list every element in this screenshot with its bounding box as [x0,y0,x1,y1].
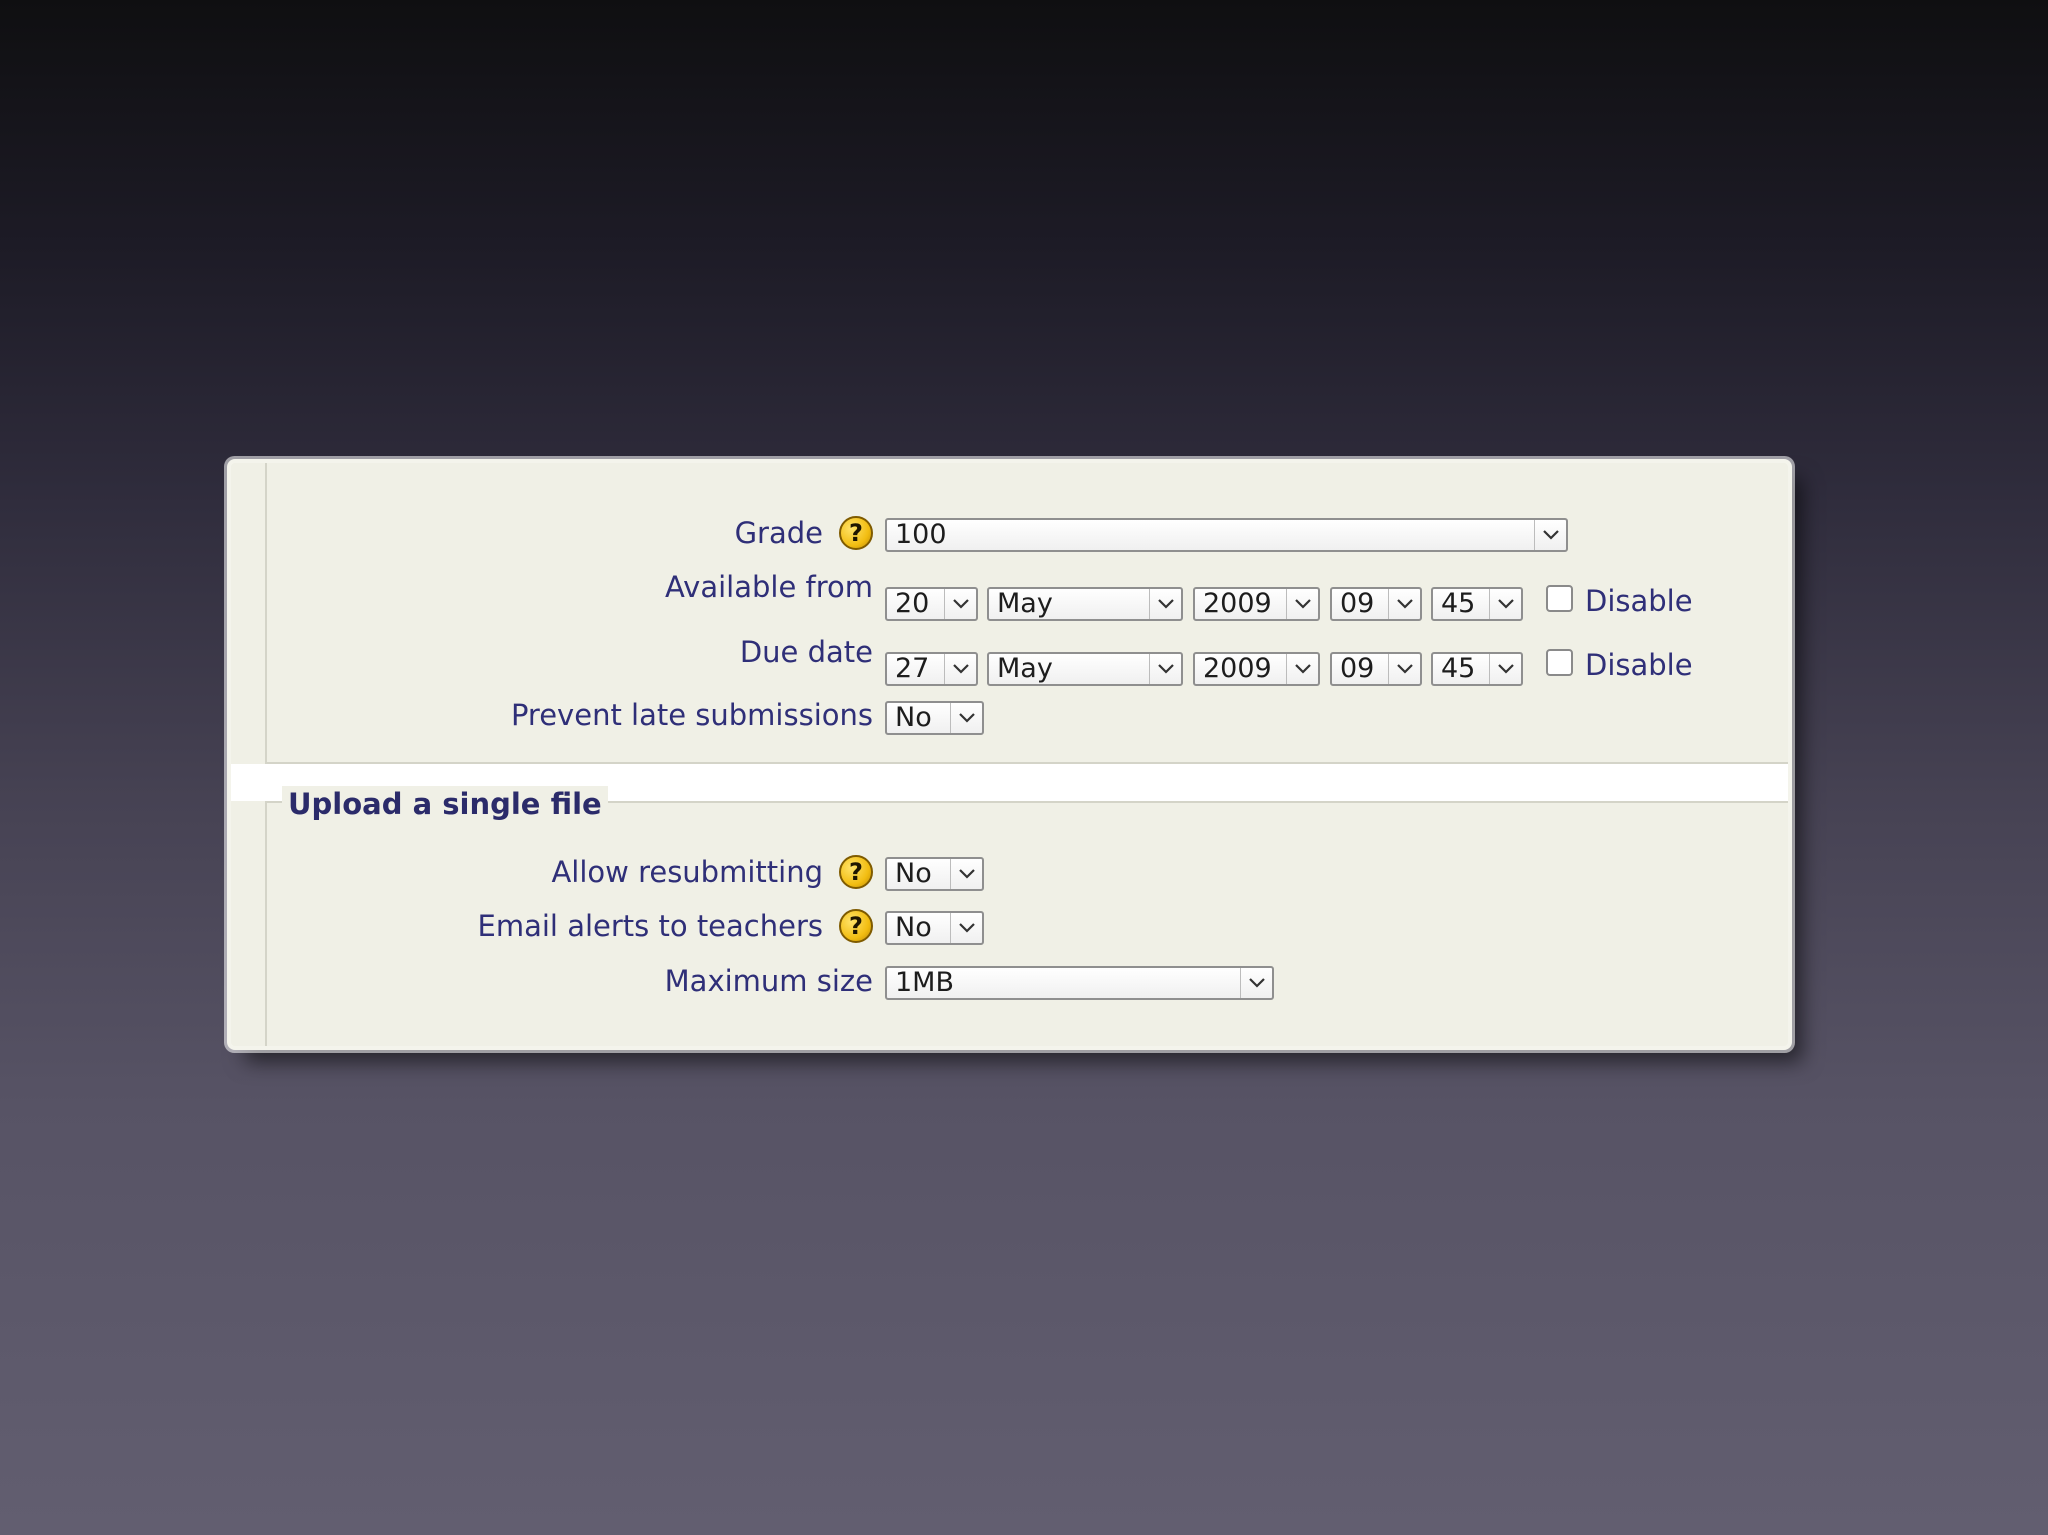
allow-resubmitting-label-row: Allow resubmitting ? [551,854,873,890]
available-from-disable-label: Disable [1585,584,1693,618]
due-date-hour-select[interactable]: 09 [1330,652,1422,686]
prevent-late-label-row: Prevent late submissions [511,697,873,733]
upload-section-legend: Upload a single file [282,786,608,822]
help-icon[interactable]: ? [839,855,873,889]
grade-select[interactable]: 100 [885,518,1568,552]
available-from-hour-value: 09 [1340,589,1375,619]
chevron-down-icon [1489,589,1521,619]
due-date-month-value: May [997,654,1053,684]
available-from-hour-select[interactable]: 09 [1330,587,1422,621]
maximum-size-label: Maximum size [664,964,873,998]
due-date-day-select[interactable]: 27 [885,652,978,686]
due-date-month-select[interactable]: May [987,652,1183,686]
due-date-disable-label: Disable [1585,648,1693,682]
available-from-label-row: Available from [665,569,873,605]
available-from-day-select[interactable]: 20 [885,587,978,621]
email-alerts-label-row: Email alerts to teachers ? [478,908,873,944]
chevron-down-icon [944,589,976,619]
grade-select-value: 100 [895,520,947,550]
due-date-year-select[interactable]: 2009 [1193,652,1320,686]
chevron-down-icon [1286,654,1318,684]
email-alerts-value: No [895,913,932,943]
chevron-down-icon [1489,654,1521,684]
available-from-minute-select[interactable]: 45 [1431,587,1523,621]
chevron-down-icon [1149,589,1181,619]
due-date-day-value: 27 [895,654,930,684]
email-alerts-label: Email alerts to teachers [477,909,823,943]
chevron-down-icon [950,913,982,943]
chevron-down-icon [950,859,982,889]
due-date-hour-value: 09 [1340,654,1375,684]
maximum-size-value: 1MB [895,968,954,998]
chevron-down-icon [1388,589,1420,619]
prevent-late-select[interactable]: No [885,701,984,735]
grade-label: Grade [734,516,823,550]
chevron-down-icon [944,654,976,684]
chevron-down-icon [1286,589,1318,619]
due-date-label: Due date [739,635,873,669]
chevron-down-icon [1149,654,1181,684]
available-from-disable-checkbox[interactable] [1546,585,1573,612]
due-date-disable-checkbox[interactable] [1546,649,1573,676]
due-date-year-value: 2009 [1203,654,1272,684]
help-icon[interactable]: ? [839,516,873,550]
allow-resubmitting-label: Allow resubmitting [551,855,823,889]
available-from-day-value: 20 [895,589,930,619]
assignment-settings-panel: Upload a single file Grade ? 100 Availab… [231,463,1788,1046]
grade-label-row: Grade ? [735,515,873,551]
chevron-down-icon [1388,654,1420,684]
available-from-month-value: May [997,589,1053,619]
email-alerts-select[interactable]: No [885,911,984,945]
allow-resubmitting-select[interactable]: No [885,857,984,891]
available-from-year-select[interactable]: 2009 [1193,587,1320,621]
chevron-down-icon [1240,968,1272,998]
due-date-minute-select[interactable]: 45 [1431,652,1523,686]
allow-resubmitting-value: No [895,859,932,889]
available-from-label: Available from [665,570,873,604]
maximum-size-select[interactable]: 1MB [885,966,1274,1000]
help-icon[interactable]: ? [839,909,873,943]
prevent-late-label: Prevent late submissions [510,698,873,732]
prevent-late-value: No [895,703,932,733]
due-date-label-row: Due date [740,634,873,670]
due-date-minute-value: 45 [1441,654,1476,684]
chevron-down-icon [950,703,982,733]
maximum-size-label-row: Maximum size [665,963,873,999]
chevron-down-icon [1534,520,1566,550]
available-from-minute-value: 45 [1441,589,1476,619]
available-from-year-value: 2009 [1203,589,1272,619]
available-from-month-select[interactable]: May [987,587,1183,621]
